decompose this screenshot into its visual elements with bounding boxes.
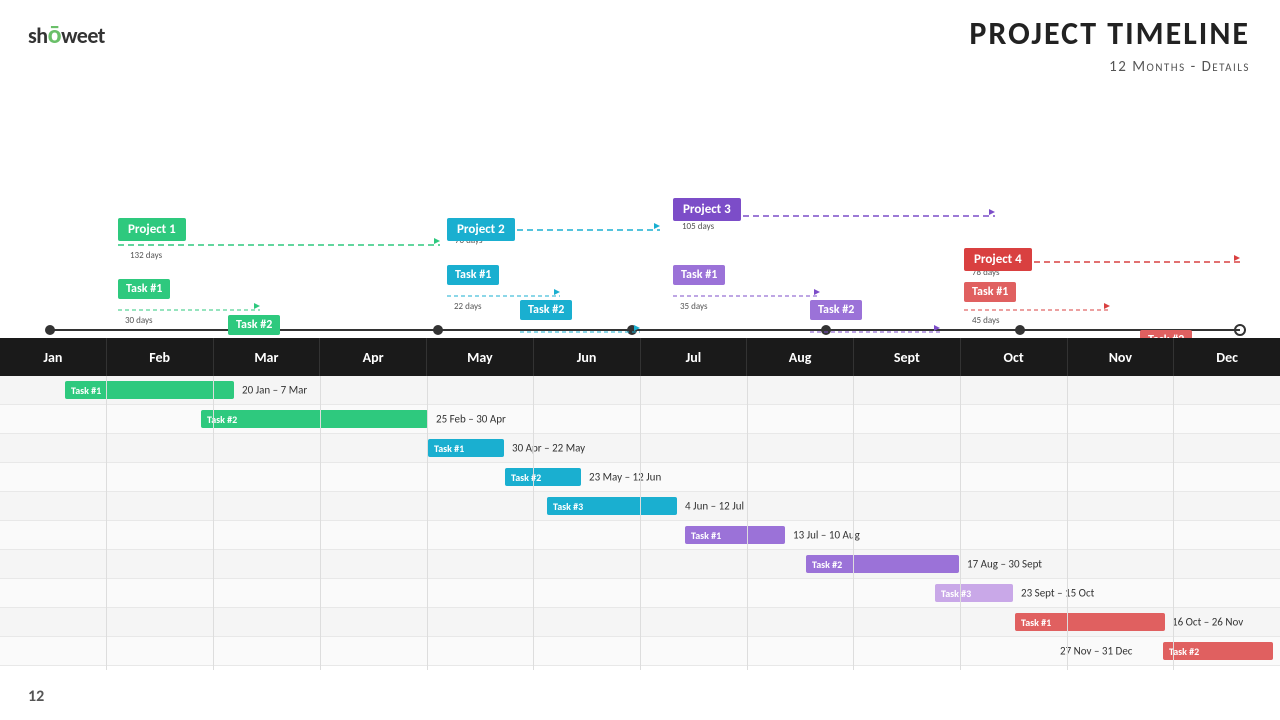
lower-task8: Task #3 bbox=[935, 584, 1013, 602]
month-aug: Aug bbox=[747, 338, 854, 376]
col-grid-11 bbox=[1173, 376, 1174, 670]
lower-date7: 17 Aug – 30 Sept bbox=[967, 558, 1042, 571]
lower-task10: Task #2 bbox=[1163, 642, 1273, 660]
gantt-lower: Task #1 20 Jan – 7 Mar Task #2 25 Feb – … bbox=[0, 376, 1280, 670]
svg-text:22 days: 22 days bbox=[454, 301, 482, 312]
lower-date10: 27 Nov – 31 Dec bbox=[1060, 645, 1132, 658]
lower-date2: 25 Feb – 30 Apr bbox=[436, 413, 506, 426]
month-feb: Feb bbox=[107, 338, 214, 376]
month-may: May bbox=[427, 338, 534, 376]
col-grid-5 bbox=[533, 376, 534, 670]
lower-task4: Task #2 bbox=[505, 468, 581, 486]
svg-text:45 days: 45 days bbox=[972, 315, 1000, 326]
lower-date8: 23 Sept – 15 Oct bbox=[1021, 587, 1094, 600]
lower-date9: 16 Oct – 26 Nov bbox=[1172, 616, 1243, 629]
svg-text:35 days: 35 days bbox=[680, 301, 708, 312]
month-mar: Mar bbox=[214, 338, 321, 376]
lower-task1: Task #1 bbox=[65, 381, 234, 399]
lower-date1: 20 Jan – 7 Mar bbox=[242, 384, 307, 397]
col-grid-2 bbox=[213, 376, 214, 670]
month-sept: Sept bbox=[854, 338, 961, 376]
page-number: 12 bbox=[28, 687, 44, 706]
lower-task3: Task #1 bbox=[428, 439, 504, 457]
lower-date3: 30 Apr – 22 May bbox=[512, 442, 585, 455]
gantt-upper-svg: 132 days 30 days 67 days 70 days 22 days… bbox=[0, 100, 1280, 340]
month-jul: Jul bbox=[641, 338, 748, 376]
col-grid-4 bbox=[427, 376, 428, 670]
month-apr: Apr bbox=[320, 338, 427, 376]
lower-task5: Task #3 bbox=[547, 497, 677, 515]
lower-task2: Task #2 bbox=[201, 410, 428, 428]
lower-date6: 13 Jul – 10 Aug bbox=[793, 529, 860, 542]
lower-task6: Task #1 bbox=[685, 526, 785, 544]
page-subtitle: 12 Months - Details bbox=[1109, 58, 1250, 76]
logo: shōweet bbox=[28, 18, 105, 50]
page-title: Project Timeline bbox=[969, 14, 1250, 53]
col-grid-7 bbox=[747, 376, 748, 670]
month-jan: Jan bbox=[0, 338, 107, 376]
svg-text:105 days: 105 days bbox=[682, 221, 715, 232]
month-dec: Dec bbox=[1174, 338, 1280, 376]
col-grid-10 bbox=[1067, 376, 1068, 670]
month-oct: Oct bbox=[961, 338, 1068, 376]
lower-task7: Task #2 bbox=[806, 555, 959, 573]
col-grid-6 bbox=[640, 376, 641, 670]
col-grid-8 bbox=[853, 376, 854, 670]
lower-date5: 4 Jun – 12 Jul bbox=[685, 500, 744, 513]
col-grid-9 bbox=[960, 376, 961, 670]
lower-task9: Task #1 bbox=[1015, 613, 1165, 631]
month-jun: Jun bbox=[534, 338, 641, 376]
lower-date4: 23 May – 12 Jun bbox=[589, 471, 661, 484]
month-nov: Nov bbox=[1068, 338, 1175, 376]
svg-text:132 days: 132 days bbox=[130, 250, 163, 261]
month-header: Jan Feb Mar Apr May Jun Jul Aug Sept Oct… bbox=[0, 338, 1280, 376]
svg-text:30 days: 30 days bbox=[125, 315, 153, 326]
col-grid-3 bbox=[320, 376, 321, 670]
col-grid-1 bbox=[106, 376, 107, 670]
